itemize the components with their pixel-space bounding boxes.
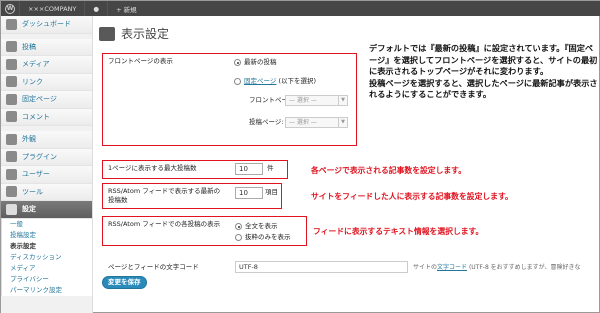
links-icon: [6, 76, 17, 88]
submenu-item-media[interactable]: メディア: [2, 263, 92, 274]
sidebar-item-users[interactable]: ユーザー: [1, 166, 92, 184]
front-page-label: フロントページの表示: [108, 57, 173, 65]
submenu-item-reading[interactable]: 表示設定: [2, 241, 92, 252]
site-name-link[interactable]: ×××COMPANY: [20, 1, 84, 16]
feed-show-note: フィードに表示するテキスト情報を選択します。: [313, 227, 484, 236]
chevron-down-icon: ▼: [338, 118, 347, 127]
posts-page-select[interactable]: — 選択 — ▼: [285, 117, 348, 128]
radio-summary-label: 抜粋のみを表示: [245, 233, 291, 241]
admin-sidebar: ダッシュボード 投稿 メディア リンク 固定ページ コメント 外観 プラグイン …: [1, 16, 93, 313]
tools-icon: [6, 186, 17, 198]
feed-count-input[interactable]: 10: [235, 187, 263, 199]
posts-icon: [6, 41, 17, 53]
sidebar-item-label: リンク: [22, 77, 43, 86]
submenu-item-general[interactable]: 一般: [2, 219, 92, 230]
feed-count-label: RSS/Atom フィードで表示する最新の投稿数: [108, 187, 221, 204]
sidebar-item-label: コメント: [22, 112, 50, 121]
radio-full-text[interactable]: [235, 223, 242, 230]
per-page-note: 各ページで表示される記事数を設定します。: [311, 166, 466, 175]
feed-count-note: サイトをフィードした人に表示する記事数を設定します。: [311, 192, 513, 201]
sidebar-item-label: 外観: [22, 135, 36, 144]
charset-help-link[interactable]: 文字コード: [437, 264, 467, 271]
sidebar-item-comments[interactable]: コメント: [1, 108, 92, 126]
sidebar-item-tools[interactable]: ツール: [1, 183, 92, 201]
settings-submenu: 一般 投稿設定 表示設定 ディスカッション メディア プライバシー パーマリンク…: [1, 218, 92, 296]
sidebar-item-appearance[interactable]: 外観: [1, 131, 92, 149]
radio-static-page-label: 固定ページ (以下を選択): [244, 77, 317, 85]
sidebar-item-settings[interactable]: 設定: [1, 201, 92, 219]
sidebar-item-label: プラグイン: [22, 152, 57, 161]
appearance-icon: [6, 133, 17, 145]
sidebar-item-label: メディア: [22, 60, 50, 69]
submenu-item-privacy[interactable]: プライバシー: [2, 274, 92, 285]
sidebar-item-plugins[interactable]: プラグイン: [1, 148, 92, 166]
main-content: 表示設定 フロントページの表示 最新の投稿 固定ページ (以下を選択) フロント…: [93, 16, 600, 313]
charset-label: ページとフィードの文字コード: [108, 263, 199, 271]
radio-latest-posts-label: 最新の投稿: [244, 58, 277, 66]
sidebar-item-label: 設定: [22, 205, 36, 214]
sidebar-item-links[interactable]: リンク: [1, 73, 92, 91]
sidebar-item-dashboard[interactable]: ダッシュボード: [1, 16, 92, 34]
per-page-unit: 件: [267, 164, 274, 172]
sidebar-item-label: ツール: [22, 187, 43, 196]
wordpress-logo-icon[interactable]: W: [1, 1, 19, 16]
plugins-icon: [6, 151, 17, 163]
settings-icon: [6, 203, 17, 215]
settings-page-icon: [99, 26, 115, 41]
sidebar-item-label: 投稿: [22, 42, 36, 51]
dashboard-icon: [6, 18, 17, 30]
front-page-select[interactable]: — 選択 — ▼: [285, 95, 348, 106]
sidebar-item-posts[interactable]: 投稿: [1, 38, 92, 56]
submenu-item-discussion[interactable]: ディスカッション: [2, 252, 92, 263]
feed-show-label: RSS/Atom フィードでの各投稿の表示: [108, 220, 221, 228]
per-page-input[interactable]: 10: [235, 163, 263, 175]
comments-icon[interactable]: ●: [85, 1, 107, 16]
radio-summary[interactable]: [235, 234, 242, 241]
static-page-link[interactable]: 固定ページ: [244, 77, 276, 85]
radio-latest-posts[interactable]: [234, 59, 241, 66]
admin-bar: W ×××COMPANY ● + 新規: [1, 1, 600, 16]
page-title: 表示設定: [99, 25, 169, 42]
sidebar-item-label: 固定ページ: [22, 95, 57, 104]
posts-page-select-label: 投稿ページ:: [249, 118, 284, 126]
media-icon: [6, 58, 17, 70]
submenu-item-writing[interactable]: 投稿設定: [2, 230, 92, 241]
radio-static-page[interactable]: [234, 78, 241, 85]
new-content-button[interactable]: + 新規: [108, 1, 145, 16]
sidebar-item-label: ユーザー: [22, 170, 50, 179]
charset-input[interactable]: UTF-8: [235, 261, 408, 273]
radio-full-text-label: 全文を表示: [245, 222, 278, 230]
save-changes-button[interactable]: 変更を保存: [102, 276, 147, 289]
chevron-down-icon: ▼: [338, 96, 347, 105]
page-title-text: 表示設定: [121, 27, 170, 41]
front-page-note: デフォルトでは『最新の投稿』に設定されています。『固定ページ』を選択してフロント…: [369, 43, 598, 99]
submenu-item-permalinks[interactable]: パーマリンク設定: [2, 285, 92, 296]
sidebar-item-media[interactable]: メディア: [1, 56, 92, 74]
comments-icon: [6, 111, 17, 123]
sidebar-item-pages[interactable]: 固定ページ: [1, 91, 92, 109]
per-page-label: 1ページに表示する最大投稿数: [108, 164, 197, 172]
users-icon: [6, 168, 17, 180]
pages-icon: [6, 93, 17, 105]
sidebar-item-label: ダッシュボード: [22, 20, 71, 29]
charset-help: サイトの文字コード (UTF-8 をおすすめしますが、冒険好きな: [413, 264, 581, 271]
feed-count-unit: 項目: [265, 188, 278, 196]
